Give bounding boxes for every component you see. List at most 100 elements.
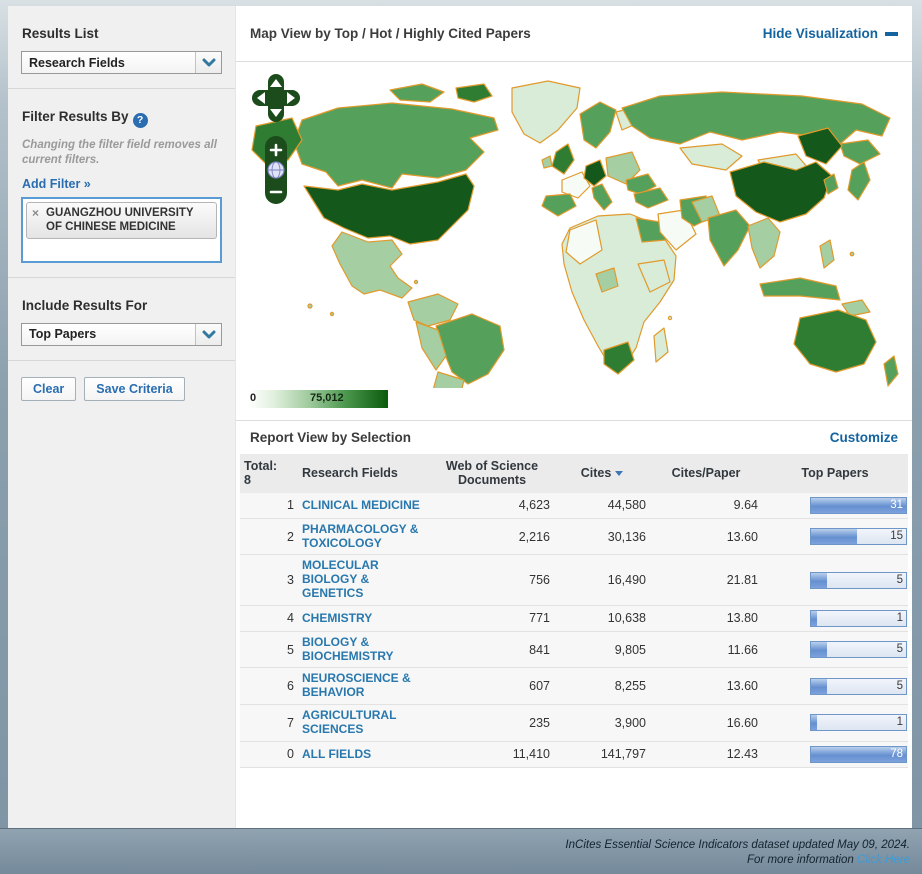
top-papers-value: 1 [896,716,903,729]
row-field: NEUROSCIENCE & BEHAVIOR [298,667,430,705]
include-results-value: Top Papers [29,327,97,342]
top-papers-bar-fill [811,529,857,545]
results-list-heading: Results List [22,26,99,41]
table-row: 3 MOLECULAR BIOLOGY & GENETICS 756 16,49… [240,554,908,606]
world-map[interactable]: 0 75,012 [236,62,912,421]
filter-listbox[interactable]: × GUANGZHOU UNIVERSITY OF CHINESE MEDICI… [21,196,222,263]
top-papers-bar-fill [811,678,828,694]
save-criteria-button[interactable]: Save Criteria [84,376,185,401]
top-papers-bar: 5 [810,571,907,589]
map-legend: 0 75,012 [248,390,388,408]
row-field: BIOLOGY & BIOCHEMISTRY [298,631,430,669]
table-row: 2 PHARMACOLOGY & TOXICOLOGY 2,216 30,136… [240,518,908,556]
top-papers-value: 5 [896,573,903,586]
row-top-papers: 15 [762,518,908,556]
include-results-select[interactable]: Top Papers [21,322,222,346]
table-row: 1 CLINICAL MEDICINE 4,623 44,580 9.64 31 [240,492,908,519]
help-icon[interactable]: ? [132,113,148,128]
row-cites: 16,490 [554,554,650,606]
research-field-link[interactable]: CLINICAL MEDICINE [302,498,420,513]
row-cites-per-paper: 13.60 [650,518,762,556]
row-cites: 141,797 [554,741,650,768]
results-list-select[interactable]: Research Fields [21,51,222,74]
report-view-title: Report View by Selection [250,430,412,445]
top-papers-value: 1 [896,611,903,624]
sidebar: Results List Research Fields Filter Resu… [8,6,236,828]
choropleth-map-svg[interactable] [240,68,900,388]
research-field-link[interactable]: CHEMISTRY [302,611,372,626]
row-cites: 10,638 [554,605,650,632]
row-docs: 841 [430,631,554,669]
page-background: Results List Research Fields Filter Resu… [0,0,922,874]
results-list-section: Results List Research Fields [8,6,235,89]
include-results-heading: Include Results For [22,297,148,313]
footer-info-note: For more information Click Here [0,853,910,868]
minus-icon [885,31,898,36]
filter-tag[interactable]: × GUANGZHOU UNIVERSITY OF CHINESE MEDICI… [26,201,217,239]
top-papers-value: 31 [890,498,903,511]
pan-dpad-control [252,74,300,122]
map-view-title: Map View by Top / Hot / Highly Cited Pap… [250,26,531,41]
footer-dataset-note: InCites Essential Science Indicators dat… [565,839,910,851]
top-papers-bar-fill [811,642,828,658]
table-row: 7 AGRICULTURAL SCIENCES 235 3,900 16.60 … [240,704,908,742]
research-field-link[interactable]: NEUROSCIENCE & BEHAVIOR [302,672,426,700]
row-cites-per-paper: 9.64 [650,492,762,519]
row-docs: 11,410 [430,741,554,768]
row-top-papers: 1 [762,605,908,632]
row-docs: 4,623 [430,492,554,519]
top-papers-bar: 1 [810,714,907,732]
cites-sort-header[interactable]: Cites [554,454,650,493]
hide-visualization-link[interactable]: Hide Visualization [763,26,898,41]
top-papers-bar-fill [811,572,828,588]
table-row: 0 ALL FIELDS 11,410 141,797 12.43 78 [240,741,908,768]
row-docs: 235 [430,704,554,742]
row-cites-per-paper: 13.60 [650,667,762,705]
row-cites-per-paper: 21.81 [650,554,762,606]
row-top-papers: 31 [762,492,908,519]
top-papers-value: 5 [896,679,903,692]
row-rank: 6 [240,667,298,705]
row-docs: 2,216 [430,518,554,556]
report-table: Total: 8 Research Fields Web of Science … [240,454,908,768]
click-here-link[interactable]: Click Here [857,854,910,866]
total-value: 8 [244,473,251,488]
sort-caret-icon [615,471,624,477]
chevron-down-icon[interactable] [195,323,221,345]
customize-link[interactable]: Customize [830,430,898,445]
results-list-value: Research Fields [29,55,125,70]
total-header: Total: 8 [240,454,298,493]
chevron-down-icon[interactable] [195,52,221,73]
top-papers-bar: 15 [810,528,907,546]
row-top-papers: 78 [762,741,908,768]
row-field: PHARMACOLOGY & TOXICOLOGY [298,518,430,556]
row-docs: 756 [430,554,554,606]
top-papers-bar: 5 [810,677,907,695]
footer-info-prefix: For more information [747,853,857,866]
row-top-papers: 1 [762,704,908,742]
add-filter-link[interactable]: Add Filter » [22,177,91,191]
report-view-header: Report View by Selection Customize [236,421,912,454]
row-field: AGRICULTURAL SCIENCES [298,704,430,742]
row-field: MOLECULAR BIOLOGY & GENETICS [298,554,430,606]
research-field-link[interactable]: ALL FIELDS [302,747,371,762]
remove-filter-icon[interactable]: × [32,206,39,221]
top-papers-value: 5 [896,643,903,656]
row-top-papers: 5 [762,667,908,705]
top-papers-value: 15 [890,530,903,543]
research-field-link[interactable]: BIOLOGY & BIOCHEMISTRY [302,635,426,664]
hide-visualization-label: Hide Visualization [762,26,878,41]
row-cites: 30,136 [554,518,650,556]
action-buttons: Clear Save Criteria [8,361,235,417]
clear-button[interactable]: Clear [21,376,77,401]
research-field-link[interactable]: AGRICULTURAL SCIENCES [302,708,426,737]
top-papers-value: 78 [890,747,903,760]
row-cites-per-paper: 13.80 [650,605,762,632]
research-field-link[interactable]: MOLECULAR BIOLOGY & GENETICS [302,558,426,600]
research-field-link[interactable]: PHARMACOLOGY & TOXICOLOGY [302,522,426,551]
row-cites-per-paper: 16.60 [650,704,762,742]
top-papers-bar: 1 [810,609,907,627]
filter-by-heading: Filter Results By? [22,109,221,128]
map-controls [252,74,300,219]
row-cites: 44,580 [554,492,650,519]
